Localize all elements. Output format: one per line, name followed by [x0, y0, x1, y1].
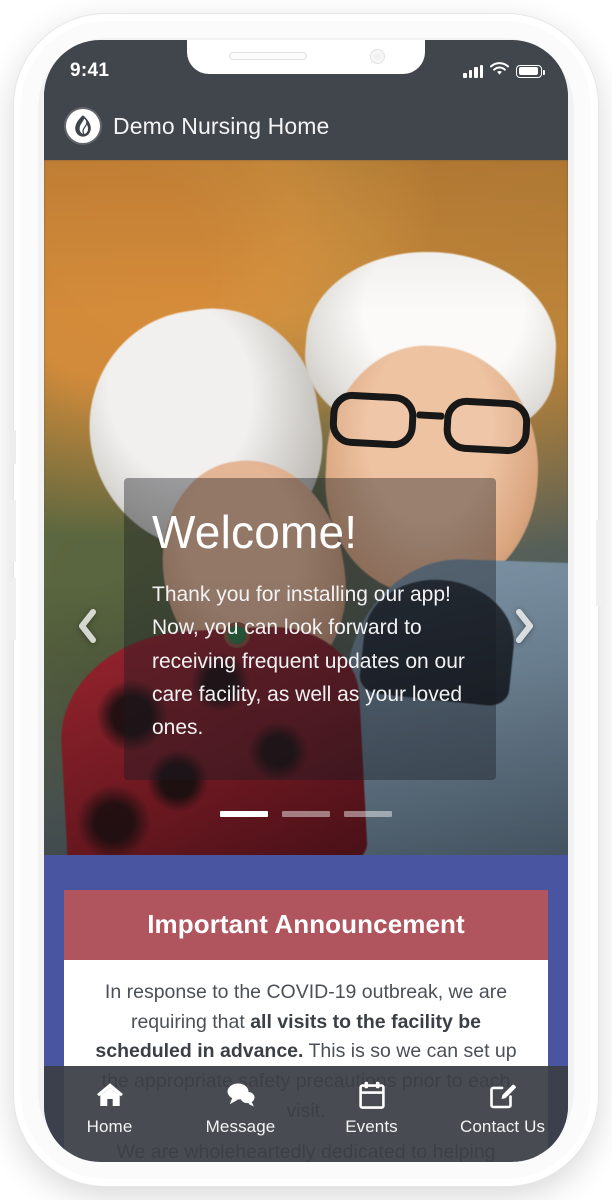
signal-bars-icon — [463, 64, 483, 78]
silence-switch[interactable] — [10, 430, 16, 464]
announcement-heading: Important Announcement — [64, 890, 548, 960]
tab-message[interactable]: Message — [175, 1080, 306, 1137]
volume-down-button[interactable] — [10, 578, 16, 640]
hero-caption: Welcome! Thank you for installing our ap… — [124, 478, 496, 781]
tab-contact-us[interactable]: Contact Us — [437, 1080, 568, 1137]
tab-events[interactable]: Events — [306, 1080, 437, 1137]
tab-contact-label: Contact Us — [459, 1117, 546, 1136]
status-bar-clock: 9:41 — [70, 60, 110, 81]
tab-home[interactable]: Home — [44, 1080, 175, 1137]
home-icon — [96, 1080, 124, 1110]
phone-screen: 9:41 Demo Nursing Home Welcome! Thank yo… — [44, 40, 568, 1162]
hero-carousel[interactable]: Welcome! Thank you for installing our ap… — [44, 160, 568, 855]
battery-full-icon — [516, 64, 545, 78]
hero-body-text: Thank you for installing our app! Now, y… — [152, 583, 465, 739]
phone-notch — [187, 40, 425, 74]
carousel-dot-2[interactable] — [282, 811, 330, 817]
app-header: Demo Nursing Home — [44, 92, 568, 160]
tab-message-label: Message — [205, 1117, 276, 1136]
carousel-indicators[interactable] — [44, 811, 568, 817]
chat-bubbles-icon — [226, 1080, 256, 1110]
carousel-prev-button[interactable] — [64, 600, 110, 652]
wifi-icon — [490, 61, 509, 81]
chevron-right-icon — [516, 609, 533, 643]
hero-heading: Welcome! — [152, 506, 358, 558]
power-button[interactable] — [596, 520, 602, 606]
flame-logo-icon — [66, 109, 100, 143]
carousel-dot-3[interactable] — [344, 811, 392, 817]
tab-home-label: Home — [86, 1117, 133, 1136]
calendar-icon — [358, 1080, 385, 1110]
status-bar-indicators — [463, 52, 545, 81]
app-title: Demo Nursing Home — [113, 112, 330, 139]
carousel-next-button[interactable] — [502, 600, 548, 652]
front-camera-icon — [370, 49, 385, 64]
compose-pencil-icon — [489, 1080, 517, 1110]
carousel-dot-1[interactable] — [220, 811, 268, 817]
earpiece-speaker-icon — [229, 52, 307, 60]
screenshot-stage: 9:41 Demo Nursing Home Welcome! Thank yo… — [0, 0, 612, 1200]
bottom-tab-bar: Home Message Events Contact Us — [44, 1066, 568, 1162]
chevron-left-icon — [79, 609, 96, 643]
volume-up-button[interactable] — [10, 500, 16, 562]
tab-events-label: Events — [345, 1117, 398, 1136]
